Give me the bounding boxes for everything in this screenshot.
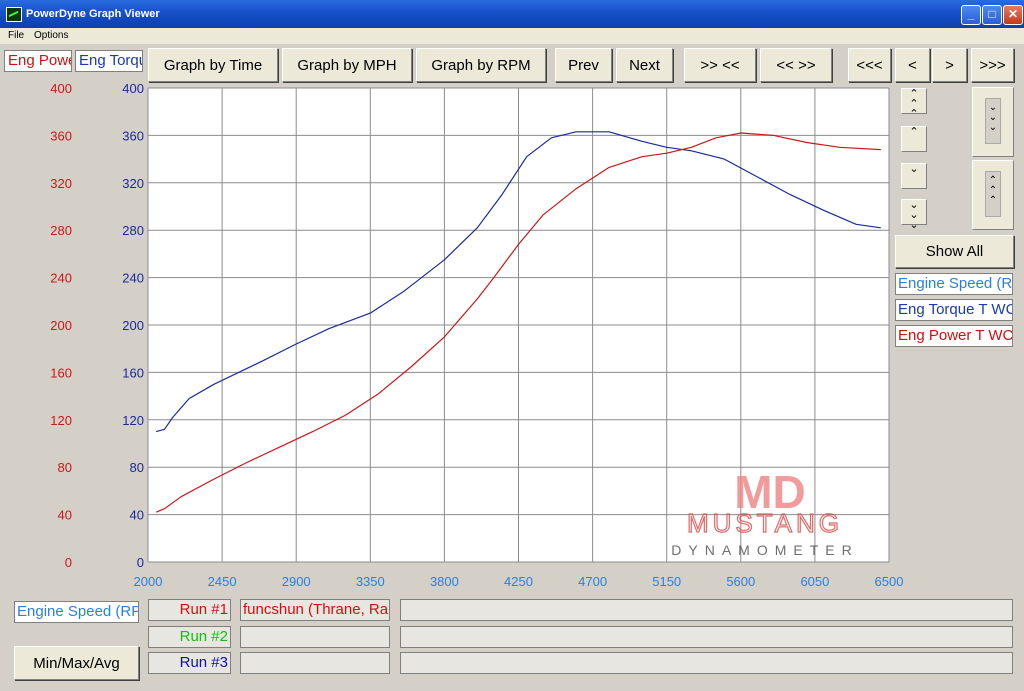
channel-eng-power[interactable]: Eng Power T WC [895, 325, 1013, 347]
watermark-line1: MUSTANG [687, 508, 843, 538]
power-tick-label-3: 120 [50, 413, 72, 428]
rpm-tick-label-7: 5150 [652, 574, 681, 589]
torque-tick-label-2: 80 [130, 460, 144, 475]
rpm-tick-label-3: 3350 [356, 574, 385, 589]
run-2-notes [400, 626, 1013, 648]
scale-down-fast-button[interactable]: ⌄ ⌄ ⌄ [901, 199, 927, 231]
rpm-tick-label-6: 4700 [578, 574, 607, 589]
run-3-description[interactable] [240, 652, 390, 674]
torque-tick-label-0: 0 [137, 555, 144, 570]
run-2-description[interactable] [240, 626, 390, 648]
channel-engine-speed[interactable]: Engine Speed (RPM) [895, 273, 1013, 295]
chevrons-down-icon: ⌄ ⌄ ⌄ [985, 98, 1001, 144]
power-tick-label-8: 320 [50, 176, 72, 191]
scale-up-button[interactable]: ⌃ [901, 126, 927, 152]
run-3-label[interactable]: Run #3 [148, 652, 231, 674]
rpm-tick-label-8: 5600 [726, 574, 755, 589]
torque-tick-label-3: 120 [122, 413, 144, 428]
power-tick-label-4: 160 [50, 365, 72, 380]
torque-tick-label-5: 200 [122, 318, 144, 333]
torque-tick-label-4: 160 [122, 365, 144, 380]
power-tick-label-6: 240 [50, 271, 72, 286]
rpm-tick-label-2: 2900 [282, 574, 311, 589]
chevrons-up-icon: ⌃ ⌃ ⌃ [985, 171, 1001, 217]
shift-down-button[interactable]: ⌄ ⌄ ⌄ [972, 87, 1014, 157]
run-1-label[interactable]: Run #1 [148, 599, 231, 621]
torque-tick-label-9: 360 [122, 128, 144, 143]
power-tick-label-10: 400 [50, 81, 72, 96]
rpm-tick-label-10: 6500 [875, 574, 904, 589]
scale-down-button[interactable]: ⌄ [901, 163, 927, 189]
torque-tick-label-6: 240 [122, 271, 144, 286]
run-2-label[interactable]: Run #2 [148, 626, 231, 648]
power-tick-label-7: 280 [50, 223, 72, 238]
run-3-notes [400, 652, 1013, 674]
x-axis-labels: 2000 2450 2900 3350 3800 4250 4700 5150 5600 6050… [134, 574, 904, 589]
rpm-tick-label-4: 3800 [430, 574, 459, 589]
power-tick-label-0: 0 [65, 555, 72, 570]
dyno-chart: MD MUSTANG DYNAMOMETER 0 040 4080 80120 1201… [50, 81, 904, 589]
power-tick-label-2: 80 [58, 460, 72, 475]
x-channel-select[interactable]: Engine Speed (RPM) [14, 601, 139, 623]
power-tick-label-1: 40 [58, 508, 72, 523]
y-axis-labels: 0 0 40 40 80 80 120 120 160 160 200 200 240 240 280 280… [50, 81, 144, 570]
show-all-button[interactable]: Show All [895, 235, 1014, 268]
torque-tick-label-8: 320 [122, 176, 144, 191]
rpm-tick-label-0: 2000 [134, 574, 163, 589]
rpm-tick-label-5: 4250 [504, 574, 533, 589]
torque-tick-label-1: 40 [130, 508, 144, 523]
shift-up-button[interactable]: ⌃ ⌃ ⌃ [972, 160, 1014, 230]
watermark-line2: DYNAMOMETER [671, 542, 858, 558]
run-1-description[interactable]: funcshun (Thrane, Ra [240, 599, 390, 621]
scale-up-fast-button[interactable]: ⌃ ⌃ ⌃ [901, 88, 927, 120]
rpm-tick-label-9: 6050 [800, 574, 829, 589]
min-max-avg-button[interactable]: Min/Max/Avg [14, 646, 139, 680]
channel-eng-torque[interactable]: Eng Torque T WC [895, 299, 1013, 321]
torque-tick-label-10: 400 [122, 81, 144, 96]
torque-tick-label-7: 280 [122, 223, 144, 238]
power-tick-label-5: 200 [50, 318, 72, 333]
rpm-tick-label-1: 2450 [208, 574, 237, 589]
run-1-notes [400, 599, 1013, 621]
power-tick-label-9: 360 [50, 128, 72, 143]
